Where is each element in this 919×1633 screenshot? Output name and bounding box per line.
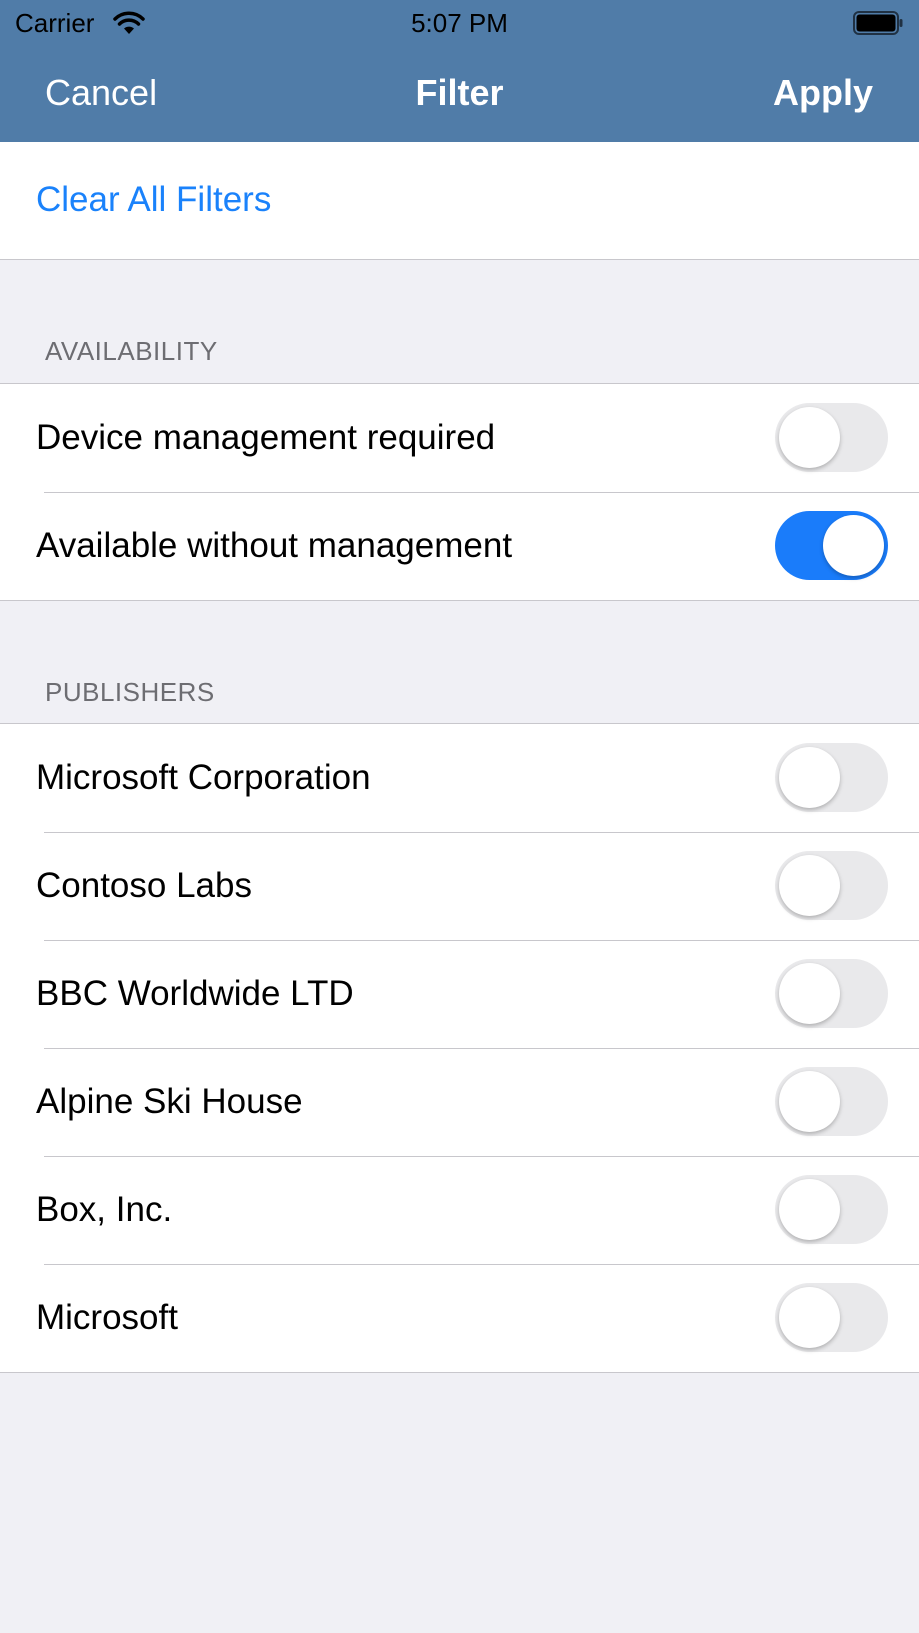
microsoft-corporation-toggle[interactable] (775, 743, 888, 812)
clear-filters-row: Clear All Filters (0, 142, 919, 260)
publisher-row-microsoft-corporation: Microsoft Corporation (0, 724, 919, 832)
publisher-label: Microsoft Corporation (36, 758, 371, 797)
toggle-knob (779, 1071, 840, 1132)
publisher-label: Microsoft (36, 1298, 178, 1337)
navigation-bar: Cancel Filter Apply (0, 46, 919, 142)
publishers-group: Microsoft Corporation Contoso Labs BBC W… (0, 723, 919, 1373)
publisher-row-alpine-ski-house: Alpine Ski House (0, 1048, 919, 1156)
publishers-section-header: PUBLISHERS (45, 677, 215, 707)
publisher-label: Box, Inc. (36, 1190, 173, 1229)
publisher-row-microsoft: Microsoft (0, 1264, 919, 1372)
microsoft-toggle[interactable] (775, 1283, 888, 1352)
filter-row-device-management-required: Device management required (0, 384, 919, 492)
publisher-label: BBC Worldwide LTD (36, 974, 354, 1013)
filter-label: Device management required (36, 418, 496, 457)
filter-label: Available without management (36, 526, 513, 565)
available-without-management-toggle[interactable] (775, 511, 888, 580)
availability-group: Device management required Available wit… (0, 383, 919, 601)
toggle-knob (779, 963, 840, 1024)
availability-section-header: AVAILABILITY (45, 336, 218, 366)
toggle-knob (779, 1287, 840, 1348)
device-management-required-toggle[interactable] (775, 403, 888, 472)
clear-all-filters-button[interactable]: Clear All Filters (36, 180, 271, 220)
toggle-knob (779, 407, 840, 468)
filter-row-available-without-management: Available without management (0, 492, 919, 600)
bbc-worldwide-ltd-toggle[interactable] (775, 959, 888, 1028)
publisher-row-bbc-worldwide-ltd: BBC Worldwide LTD (0, 940, 919, 1048)
toggle-knob (823, 515, 884, 576)
toggle-knob (779, 1179, 840, 1240)
publisher-row-contoso-labs: Contoso Labs (0, 832, 919, 940)
toggle-knob (779, 855, 840, 916)
status-bar: Carrier 5:07 PM (0, 0, 919, 46)
toggle-knob (779, 747, 840, 808)
apply-button[interactable]: Apply (773, 72, 873, 114)
alpine-ski-house-toggle[interactable] (775, 1067, 888, 1136)
publisher-row-box-inc: Box, Inc. (0, 1156, 919, 1264)
publisher-label: Contoso Labs (36, 866, 252, 905)
publisher-label: Alpine Ski House (36, 1082, 303, 1121)
status-time: 5:07 PM (411, 8, 508, 38)
box-inc-toggle[interactable] (775, 1175, 888, 1244)
battery-icon (853, 11, 903, 35)
contoso-labs-toggle[interactable] (775, 851, 888, 920)
